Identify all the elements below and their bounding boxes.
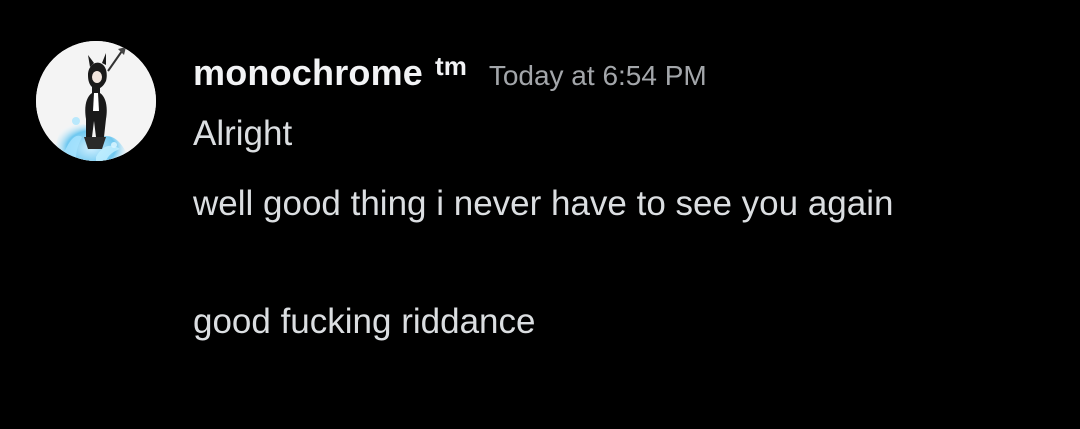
message-line: well good thing i never have to see you … [193,184,894,223]
message-line: good fucking riddance [193,302,536,341]
message-timestamp[interactable]: Today at 6:54 PM [489,60,707,92]
message-line: Alright [193,114,293,153]
user-avatar[interactable] [36,41,156,161]
message-header: monochrome tm Today at 6:54 PM [193,51,707,102]
message-group: monochrome tm Today at 6:54 PM Alright wel… [0,0,1080,429]
user-tag: tm [435,51,467,81]
username[interactable]: monochrome [193,52,423,94]
anime-character-avatar-icon [36,41,156,161]
